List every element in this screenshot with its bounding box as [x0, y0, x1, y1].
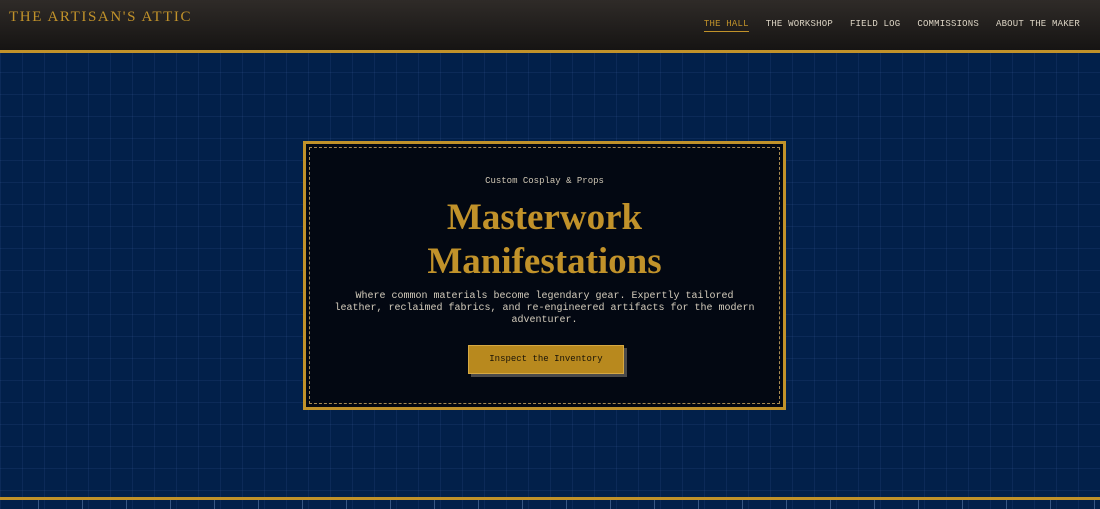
- nav-item-the-workshop[interactable]: THE WORKSHOP: [766, 19, 833, 32]
- hero-headline-line-1: Masterwork: [446, 197, 643, 238]
- hero-card: Custom Cosplay & Props Masterwork Manife…: [303, 141, 786, 410]
- hero-headline-line-2: Manifestations: [427, 241, 662, 282]
- hero-headline: Masterwork Manifestations: [310, 196, 779, 284]
- nav-item-commissions[interactable]: COMMISSIONS: [917, 19, 979, 32]
- inspect-inventory-button[interactable]: Inspect the Inventory: [468, 345, 624, 374]
- brand-logo-text[interactable]: THE ARTISAN'S ATTIC: [9, 9, 192, 26]
- nav-item-the-hall[interactable]: THE HALL: [703, 19, 749, 32]
- site-header: THE ARTISAN'S ATTIC THE HALL THE WORKSHO…: [0, 0, 1100, 53]
- hero-card-inner-frame: Custom Cosplay & Props Masterwork Manife…: [309, 147, 780, 404]
- main-nav: THE HALL THE WORKSHOP FIELD LOG COMMISSI…: [703, 19, 1080, 32]
- hero-description: Where common materials become legendary …: [334, 291, 755, 326]
- hero-eyebrow: Custom Cosplay & Props: [485, 176, 604, 186]
- bottom-tick-strip: [0, 500, 1100, 509]
- nav-item-about-the-maker[interactable]: ABOUT THE MAKER: [996, 19, 1080, 32]
- nav-item-field-log[interactable]: FIELD LOG: [850, 19, 900, 32]
